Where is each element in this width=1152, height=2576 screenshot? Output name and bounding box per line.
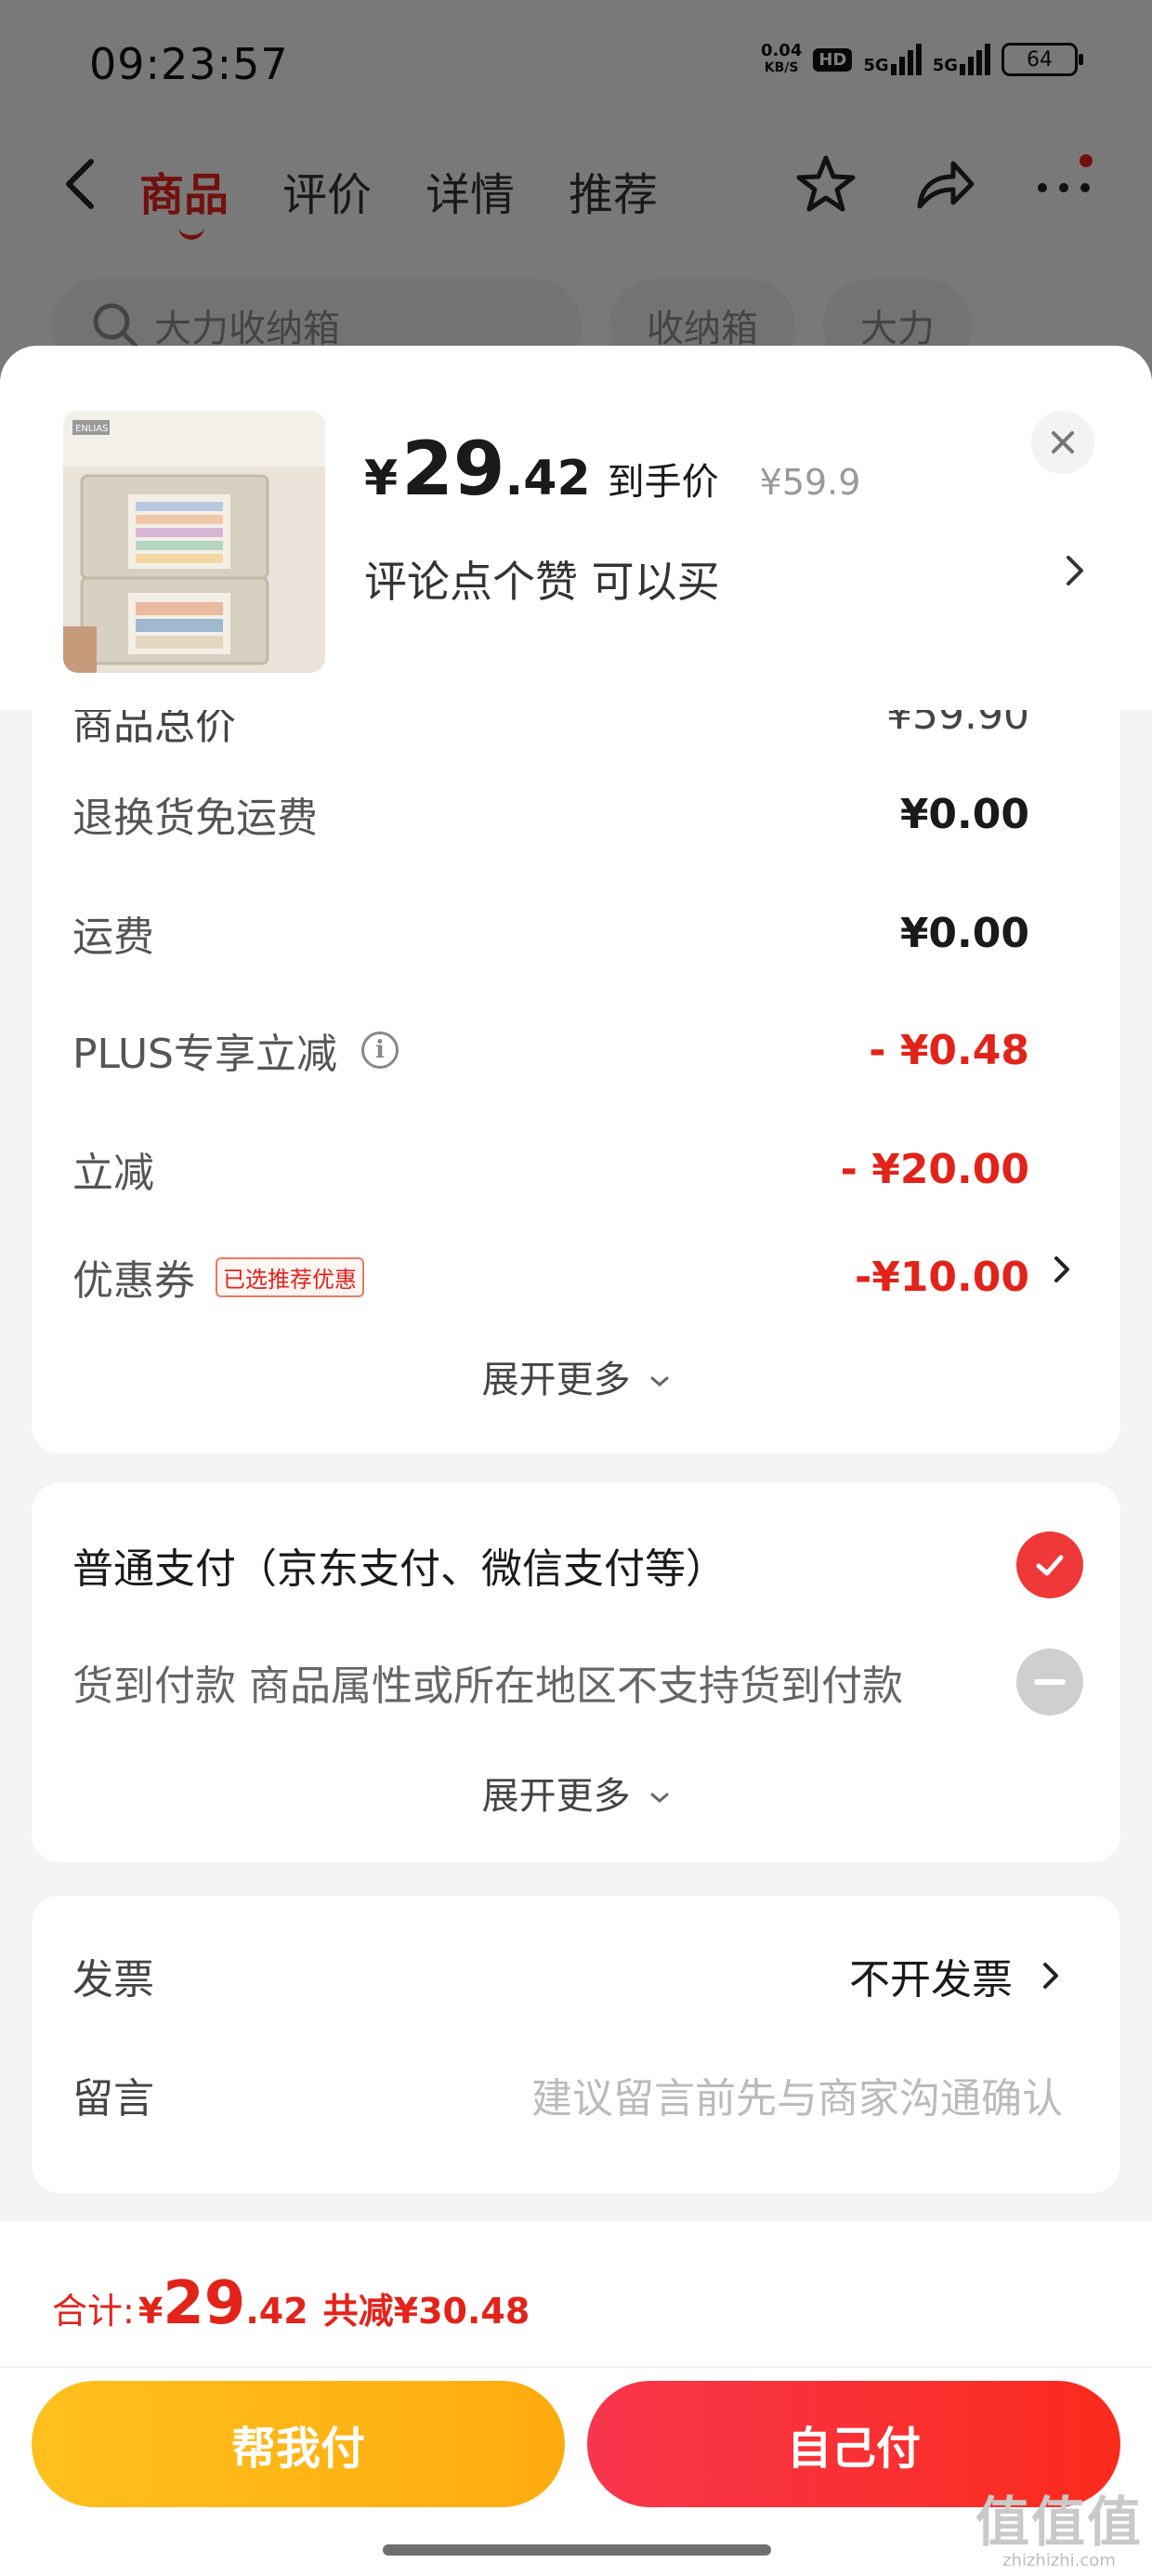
fee-breakdown-card: 商品总价 ¥59.90 退换货免运费 ¥0.00 运费 ¥0.00 PLUS专享… bbox=[32, 691, 1120, 1453]
invoice-label: 发票 bbox=[72, 1956, 154, 2004]
fee-label: 立减 bbox=[72, 1150, 154, 1197]
promo-text[interactable]: 评论点个赞 可以买 bbox=[364, 548, 720, 610]
fee-row-instant-discount: 立减 - ¥20.00 bbox=[72, 1139, 1029, 1199]
total-saved: 共减¥30.48 bbox=[322, 2291, 530, 2332]
chevron-down-icon bbox=[650, 1793, 669, 1803]
fee-value: ¥0.00 bbox=[899, 909, 1029, 957]
fee-label-wrap: 优惠券 已选推荐优惠 bbox=[72, 1247, 364, 1307]
message-row: 留言 建议留言前先与商家沟通确认 bbox=[72, 2065, 1063, 2124]
fee-value: - ¥20.00 bbox=[840, 1145, 1029, 1193]
fee-row-plus-discount: PLUS专享立减 i - ¥0.48 bbox=[72, 1020, 1029, 1080]
checkbox-checked-icon[interactable] bbox=[1016, 1531, 1083, 1598]
chevron-down-icon bbox=[650, 1376, 669, 1387]
watermark-logo: 值值值 bbox=[975, 2491, 1143, 2554]
price-line: ¥ 29 .42 到手价 ¥59.9 bbox=[364, 426, 860, 512]
payment-option-label: 货到付款 商品属性或所在地区不支持货到付款 bbox=[72, 1663, 903, 1710]
home-indicator[interactable] bbox=[383, 2544, 771, 2556]
message-input[interactable]: 建议留言前先与商家沟通确认 bbox=[531, 2065, 1063, 2124]
product-image: ENLIAS bbox=[63, 411, 325, 673]
message-label: 留言 bbox=[72, 2075, 154, 2123]
price-currency: ¥ bbox=[364, 451, 399, 506]
expand-label: 展开更多 bbox=[481, 1359, 631, 1401]
expand-more-fees[interactable]: 展开更多 bbox=[32, 1349, 1120, 1403]
order-total: 合计: ¥ 29 .42 共减¥30.48 bbox=[52, 2269, 530, 2338]
coupon-badge: 已选推荐优惠 bbox=[216, 1256, 364, 1297]
expand-label: 展开更多 bbox=[481, 1775, 631, 1818]
expand-more-payment[interactable]: 展开更多 bbox=[32, 1766, 1120, 1820]
close-icon bbox=[1052, 431, 1074, 453]
total-currency: ¥ bbox=[137, 2291, 164, 2332]
fee-row-return-shipping: 退换货免运费 ¥0.00 bbox=[72, 784, 1029, 844]
fee-label: PLUS专享立减 bbox=[72, 1031, 337, 1078]
fee-label-wrap: PLUS专享立减 i bbox=[72, 1020, 399, 1080]
payment-option-cod: 货到付款 商品属性或所在地区不支持货到付款 bbox=[72, 1649, 1083, 1715]
fee-label: 运费 bbox=[72, 913, 154, 961]
chevron-right-icon bbox=[1043, 1963, 1058, 1989]
info-icon[interactable]: i bbox=[361, 1032, 399, 1069]
invoice-message-card: 发票 不开发票 留言 建议留言前先与商家沟通确认 bbox=[32, 1896, 1120, 2193]
original-price: ¥59.9 bbox=[759, 462, 861, 503]
checkout-footer: 合计: ¥ 29 .42 共减¥30.48 帮我付 自己付 值值值 zhizhi… bbox=[0, 2221, 1152, 2576]
product-summary: ENLIAS ¥ 29 .42 到手价 ¥59.9 评论点个赞 可以买 bbox=[0, 346, 1152, 710]
background-page: 09:23:57 0.04 KB/S HD 5G 5G 64 商品 bbox=[0, 0, 1152, 390]
price-tag: 到手价 bbox=[607, 461, 719, 504]
close-button[interactable] bbox=[1031, 411, 1094, 474]
fee-row-shipping: 运费 ¥0.00 bbox=[72, 903, 1029, 963]
fee-label: 退换货免运费 bbox=[72, 795, 318, 842]
fee-value: ¥0.00 bbox=[899, 790, 1029, 838]
fee-label: 优惠券 bbox=[72, 1257, 195, 1305]
fee-value: - ¥0.48 bbox=[869, 1026, 1029, 1074]
invoice-value: 不开发票 bbox=[849, 1956, 1013, 2004]
chevron-right-icon[interactable] bbox=[1061, 552, 1089, 589]
invoice-row[interactable]: 发票 不开发票 bbox=[72, 1946, 1063, 2005]
payment-method-card: 普通支付（京东支付、微信支付等） 货到付款 商品属性或所在地区不支持货到付款 展… bbox=[32, 1483, 1120, 1862]
price-decimal: .42 bbox=[504, 451, 591, 506]
total-integer: 29 bbox=[163, 2269, 246, 2338]
payment-option-label: 普通支付（京东支付、微信支付等） bbox=[72, 1545, 727, 1593]
chevron-right-icon[interactable] bbox=[1050, 1251, 1074, 1288]
help-me-pay-button[interactable]: 帮我付 bbox=[32, 2381, 565, 2507]
divider bbox=[0, 2366, 1152, 2368]
total-label: 合计: bbox=[52, 2291, 135, 2332]
product-brand-text: ENLIAS bbox=[75, 424, 109, 434]
fee-row-coupon[interactable]: 优惠券 已选推荐优惠 -¥10.00 bbox=[72, 1247, 1069, 1307]
payment-option-standard[interactable]: 普通支付（京东支付、微信支付等） bbox=[72, 1531, 1083, 1598]
dim-overlay[interactable] bbox=[0, 0, 1152, 390]
invoice-value-wrap: 不开发票 bbox=[849, 1946, 1063, 2005]
storage-box-product-photo: ENLIAS bbox=[63, 411, 325, 673]
disabled-minus-icon bbox=[1016, 1649, 1083, 1715]
price-integer: 29 bbox=[401, 426, 505, 512]
fee-value: -¥10.00 bbox=[854, 1253, 1029, 1301]
total-decimal: .42 bbox=[245, 2291, 308, 2332]
watermark: 值值值 zhizhizhi.com bbox=[975, 2478, 1143, 2570]
